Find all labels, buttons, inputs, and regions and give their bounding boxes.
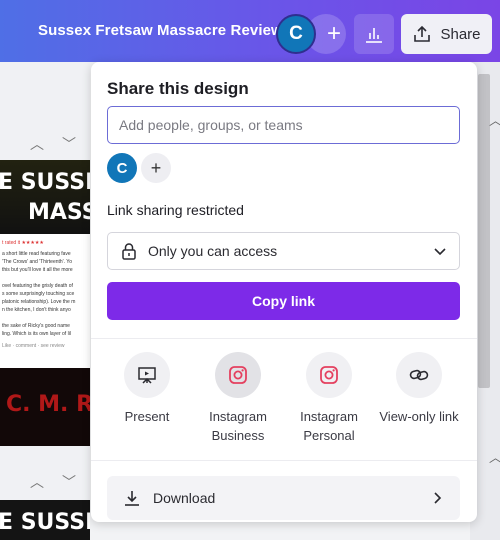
access-select[interactable]: Only you can access [107, 232, 460, 270]
instagram-icon [229, 366, 247, 384]
present-icon [138, 367, 156, 384]
share-panel: Share this design C + Link sharing restr… [91, 62, 477, 522]
download-label: Download [153, 490, 216, 506]
divider [91, 338, 477, 339]
bar-chart-icon [366, 28, 382, 43]
option-label: Present [124, 409, 170, 424]
design-canvas[interactable]: ︿ ﹀ E SUSSEX MASSA t rated it ★★★★★ a sh… [0, 62, 90, 540]
user-avatar[interactable]: C [276, 14, 316, 54]
chevron-up-icon[interactable]: ︿ [30, 134, 44, 154]
option-label: Instagram Personal [300, 409, 358, 443]
divider [91, 460, 477, 461]
insights-button[interactable] [354, 14, 394, 54]
download-icon [125, 491, 139, 506]
banner-3-text: E SUSSEX FRETSAW [0, 510, 90, 535]
present-option[interactable]: Present [101, 352, 193, 426]
panel-title: Share this design [107, 79, 249, 98]
banner-2-text: C. M. R [6, 392, 90, 417]
chevron-up-icon[interactable]: ︿ [489, 110, 500, 129]
download-button[interactable]: Download [107, 476, 460, 520]
instagram-icon [320, 366, 338, 384]
chevron-right-icon [434, 492, 442, 504]
option-label: View-only link [379, 409, 459, 424]
document-title[interactable]: Sussex Fretsaw Massacre Review [38, 22, 283, 39]
page-thumbnail[interactable]: E SUSSEX MASSA t rated it ★★★★★ a short … [0, 160, 90, 446]
instagram-business-option[interactable]: Instagram Business [192, 352, 284, 445]
share-upload-icon [414, 25, 431, 42]
banner-image: E SUSSEX MASSA [0, 160, 90, 234]
lock-icon [122, 243, 136, 260]
link-icon [409, 369, 429, 381]
chevron-down-icon [434, 248, 446, 256]
copy-link-button[interactable]: Copy link [107, 282, 460, 320]
link-sharing-label: Link sharing restricted [107, 202, 244, 218]
banner-line-2: MASSA [28, 200, 90, 225]
instagram-personal-option[interactable]: Instagram Personal [283, 352, 375, 445]
access-value: Only you can access [148, 243, 278, 259]
banner-image-2: C. M. R [0, 368, 90, 446]
view-only-link-option[interactable]: View-only link [373, 352, 465, 426]
chevron-up-icon[interactable]: ︿ [30, 472, 44, 492]
chevron-down-icon[interactable]: ﹀ [62, 134, 76, 154]
collaborator-avatar[interactable]: C [107, 153, 137, 183]
add-person-button[interactable]: + [141, 153, 171, 183]
add-people-input[interactable] [107, 106, 460, 144]
option-label: Instagram Business [209, 409, 267, 443]
share-button[interactable]: Share [401, 14, 492, 54]
banner-line-1: E SUSSEX [0, 170, 90, 195]
share-button-label: Share [440, 25, 481, 43]
chevron-down-icon[interactable]: ﹀ [62, 472, 76, 492]
chevron-up-icon[interactable]: ︿ [489, 447, 500, 466]
banner-image-3: E SUSSEX FRETSAW [0, 500, 90, 540]
top-bar: Sussex Fretsaw Massacre Review + C Share [0, 0, 500, 62]
